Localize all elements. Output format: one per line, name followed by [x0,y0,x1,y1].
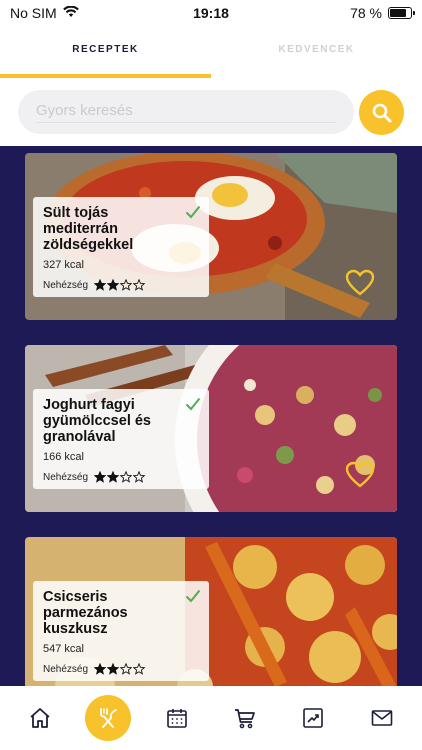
star-filled-icon [107,279,120,291]
bottom-nav [0,686,422,750]
star-filled-icon [94,279,107,291]
search-input[interactable] [36,101,336,123]
calendar-icon [167,709,187,728]
heart-icon[interactable] [345,269,375,297]
recipe-info: Sült tojás mediterrán zöldségekkel 327 k… [33,197,209,297]
home-icon [30,708,50,728]
nav-recipes-active-bg [85,695,132,741]
mail-icon [371,710,393,726]
cutlery-icon [100,708,118,728]
difficulty-label: Nehézség [43,471,89,483]
difficulty-stars [94,663,146,675]
difficulty-stars [94,279,146,291]
recipe-card[interactable]: Csicseris parmezános kuszkusz 547 kcal N… [25,537,397,686]
tab-indicator [0,74,211,78]
recipe-title: Csicseris parmezános kuszkusz [43,589,128,637]
difficulty-row: Nehézség [43,471,199,483]
difficulty-stars [94,471,146,483]
tab-recipes[interactable]: RECEPTEK [0,26,211,78]
search-button[interactable] [359,90,404,135]
clock: 19:18 [193,5,229,21]
star-empty-icon [133,663,146,675]
recipe-title: Joghurt fagyi gyümölccsel és granolával [43,397,151,445]
star-empty-icon [120,279,133,291]
nav-cart[interactable] [217,690,273,746]
chart-icon [303,708,324,728]
star-empty-icon [120,471,133,483]
wifi-icon [62,5,79,21]
recipe-kcal: 327 kcal [43,259,84,271]
search-icon [372,103,391,122]
star-empty-icon [133,279,146,291]
difficulty-row: Nehézség [43,279,199,291]
difficulty-row: Nehézség [43,663,199,675]
carrier-label: No SIM [10,5,57,21]
nav-home[interactable] [12,690,68,746]
recipe-card[interactable]: Sült tojás mediterrán zöldségekkel 327 k… [25,153,397,320]
status-bar: No SIM 19:18 78 % [0,0,422,26]
check-icon [185,589,201,603]
battery-percent: 78 % [350,5,382,21]
star-filled-icon [94,471,107,483]
recipe-info: Joghurt fagyi gyümölccsel és granolával … [33,389,209,489]
recipe-kcal: 547 kcal [43,643,84,655]
tab-bar: RECEPTEK KEDVENCEK [0,26,422,78]
star-filled-icon [94,663,107,675]
recipe-list[interactable]: Sült tojás mediterrán zöldségekkel 327 k… [0,146,422,686]
recipe-card[interactable]: Joghurt fagyi gyümölccsel és granolával … [25,345,397,512]
battery-level [390,9,406,17]
nav-messages[interactable] [354,690,410,746]
check-icon [185,397,201,411]
heart-icon[interactable] [345,461,375,489]
recipe-kcal: 166 kcal [43,451,84,463]
difficulty-label: Nehézség [43,279,89,291]
recipe-info: Csicseris parmezános kuszkusz 547 kcal N… [33,581,209,681]
nav-calendar[interactable] [149,690,205,746]
tab-favorites[interactable]: KEDVENCEK [211,26,422,78]
cart-icon [235,709,255,729]
star-empty-icon [120,663,133,675]
star-filled-icon [107,471,120,483]
recipe-title: Sült tojás mediterrán zöldségekkel [43,205,134,253]
nav-progress[interactable] [285,690,341,746]
star-filled-icon [107,663,120,675]
nav-recipes[interactable] [80,690,136,746]
difficulty-label: Nehézség [43,663,89,675]
star-empty-icon [133,471,146,483]
check-icon [185,205,201,219]
battery-icon [388,7,415,19]
search-field[interactable] [18,90,354,134]
